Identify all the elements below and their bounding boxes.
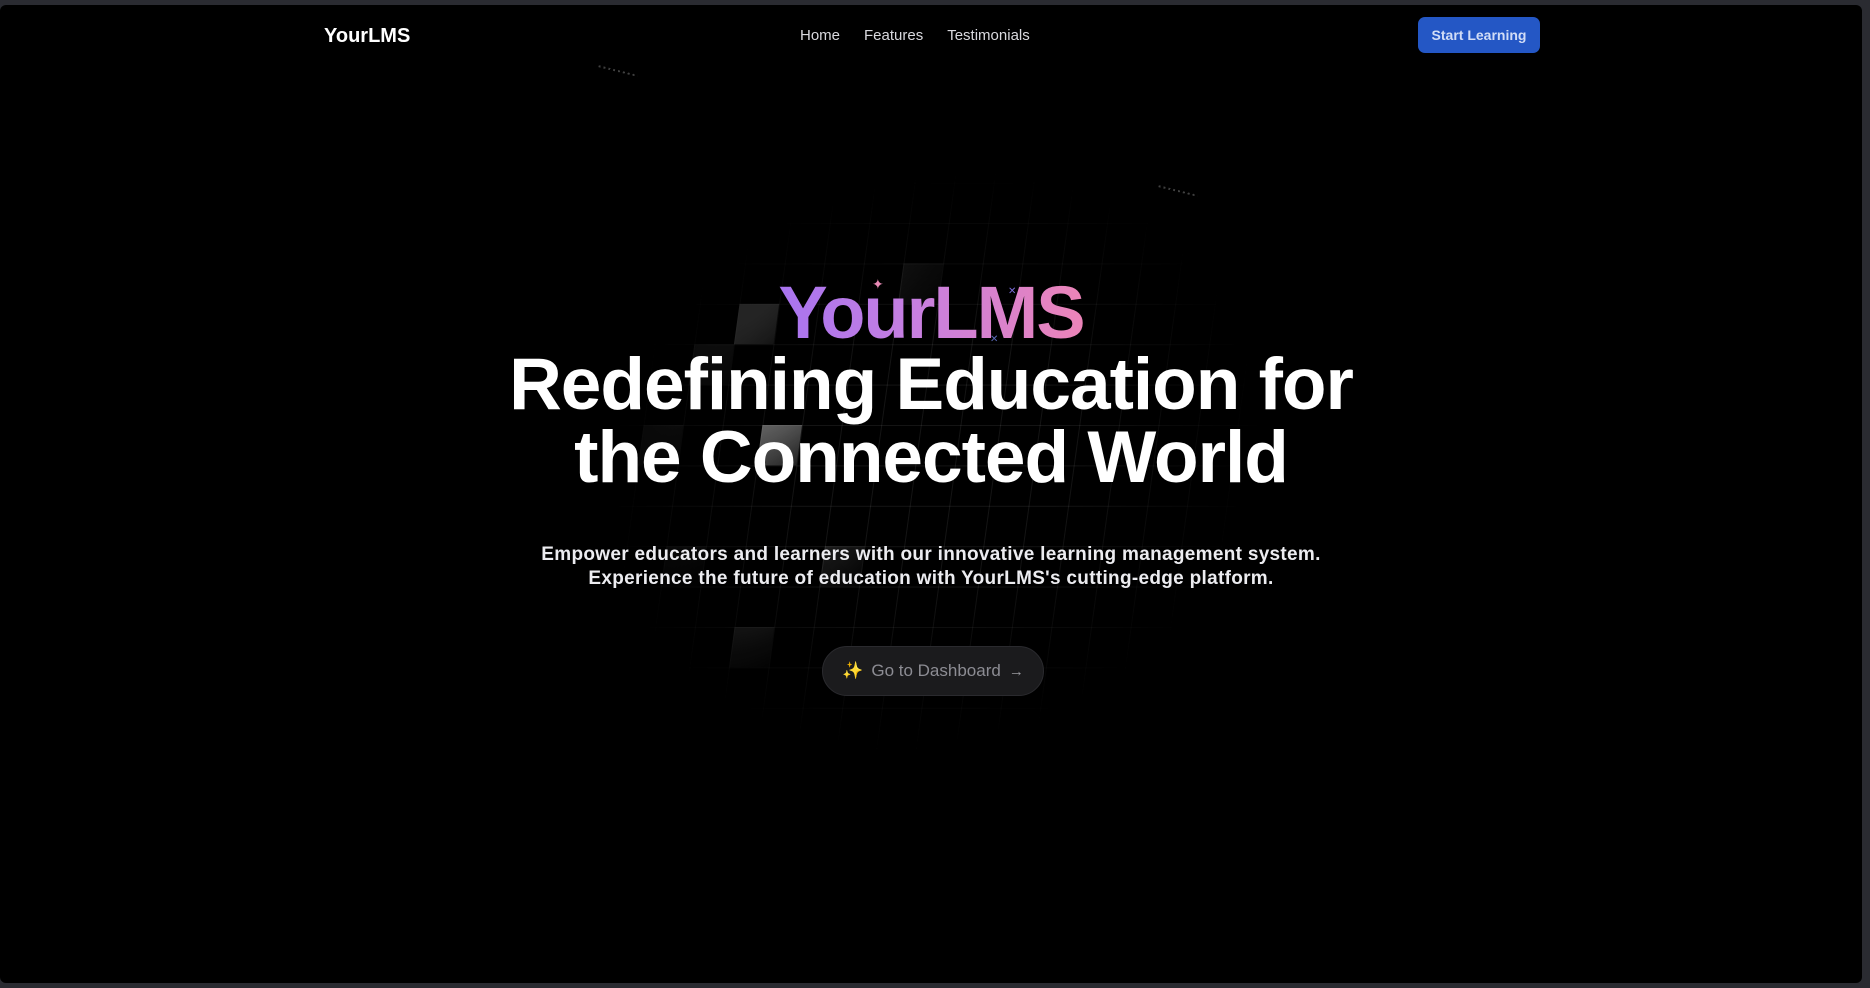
nav-link-features[interactable]: Features [864, 27, 923, 44]
sparkle-icon: ✕ [1008, 286, 1017, 297]
hero-subtitle: Empower educators and learners with our … [0, 543, 1862, 591]
nav-brand-logo[interactable]: YourLMS [324, 25, 410, 48]
go-to-dashboard-button[interactable]: ✨ Go to Dashboard → [822, 646, 1044, 696]
subtitle-line-1: Empower educators and learners with our … [541, 544, 1321, 565]
top-nav: YourLMS Home Features Testimonials Start… [0, 5, 1862, 69]
headline-line-1: Redefining Education for [509, 344, 1354, 425]
hero-headline: Redefining Education for the Connected W… [0, 348, 1862, 494]
dashboard-button-label: Go to Dashboard [871, 661, 1001, 680]
start-learning-button[interactable]: Start Learning [1418, 17, 1540, 53]
sparkle-icon: ✦ [872, 276, 884, 292]
arrow-right-icon: → [1008, 662, 1024, 680]
page-frame: YourLMS Home Features Testimonials Start… [0, 5, 1862, 983]
headline-line-2: the Connected World [574, 417, 1289, 498]
nav-link-testimonials[interactable]: Testimonials [947, 27, 1030, 44]
subtitle-line-2: Experience the future of education with … [588, 568, 1274, 589]
hero-brand-title: YourLMS [0, 273, 1862, 353]
nav-link-home[interactable]: Home [800, 27, 840, 44]
hero-brand-text: YourLMS [778, 271, 1085, 354]
nav-links: Home Features Testimonials [800, 27, 1030, 44]
sparkles-icon: ✨ [842, 661, 864, 680]
